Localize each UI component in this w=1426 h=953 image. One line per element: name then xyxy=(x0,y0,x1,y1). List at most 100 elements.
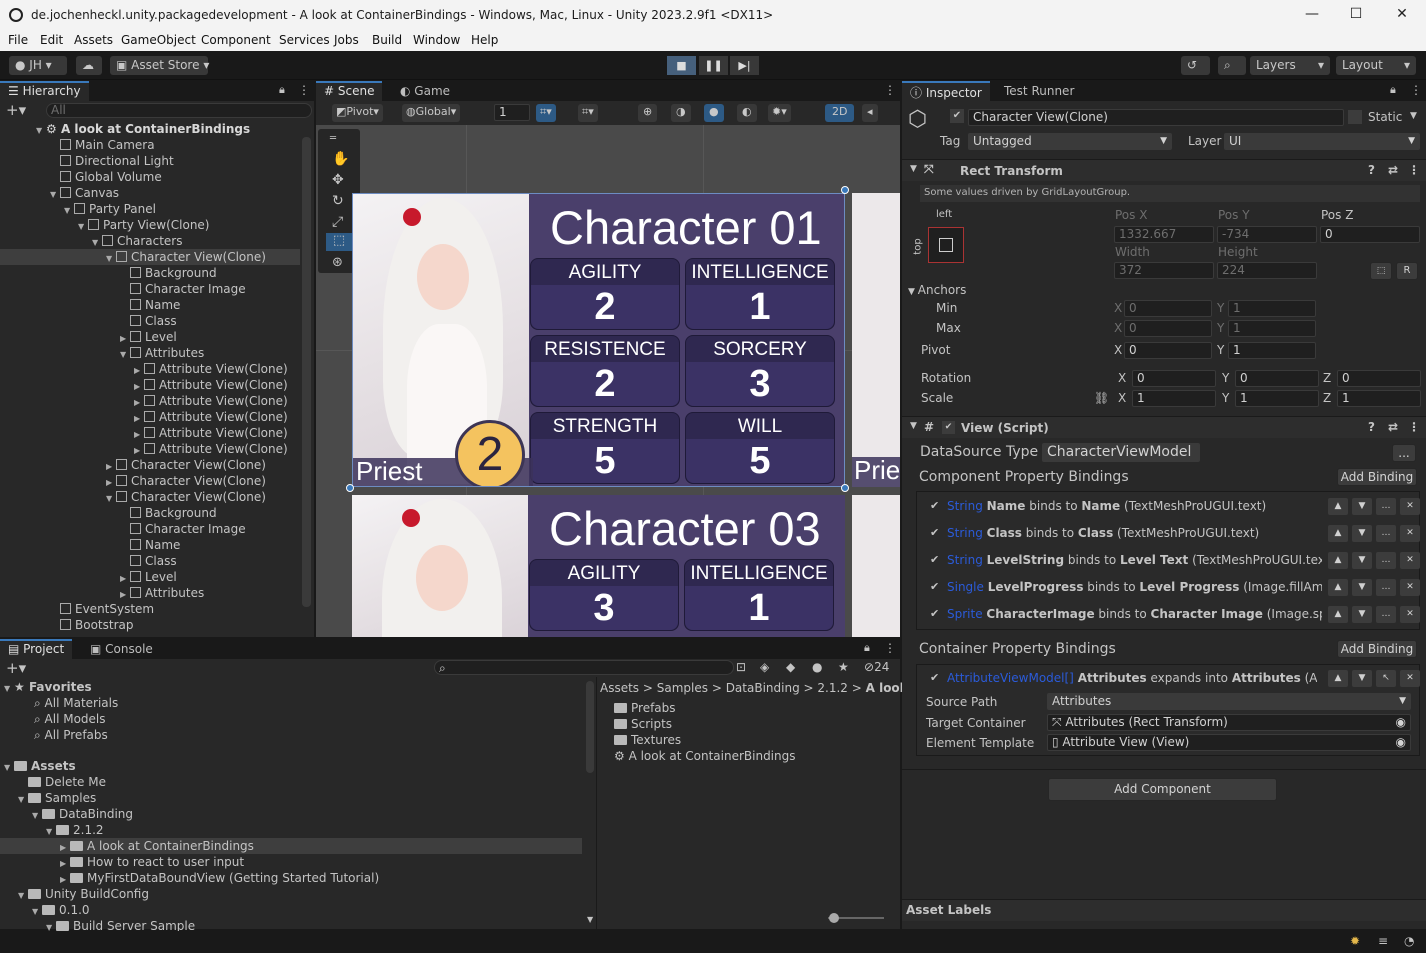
width-field[interactable]: 372 xyxy=(1114,262,1214,279)
rect-tool-icon[interactable]: ⬚ xyxy=(326,233,352,251)
character-card-partial[interactable] xyxy=(852,495,900,637)
max-x-field[interactable]: 0 xyxy=(1124,320,1212,337)
breadcrumb-item[interactable]: DataBinding xyxy=(726,681,800,695)
move-down-button[interactable]: ▼ xyxy=(1352,498,1372,515)
container-binding-row[interactable]: ✔ AttributeViewModel[] Attributes expand… xyxy=(916,666,1420,691)
object-picker-icon[interactable]: ◉ xyxy=(1396,715,1406,730)
hierarchy-item[interactable]: Name xyxy=(0,297,300,313)
move-down-button[interactable]: ▼ xyxy=(1352,552,1372,569)
shading-lit-icon[interactable]: ◐ xyxy=(737,104,757,122)
menu-gameobject[interactable]: GameObject xyxy=(121,33,196,47)
tab-hierarchy[interactable]: ☰ Hierarchy xyxy=(0,81,89,101)
layer-dropdown[interactable]: UI ▼ xyxy=(1224,133,1420,150)
asset-store-dropdown[interactable]: ▣ Asset Store ▾ xyxy=(110,56,209,75)
hierarchy-item[interactable]: ▶ Attribute View(Clone) xyxy=(0,377,300,393)
link-icon[interactable]: ⛓ xyxy=(1094,391,1109,405)
binding-options-button[interactable]: … xyxy=(1376,525,1396,542)
min-y-field[interactable]: 1 xyxy=(1228,300,1316,317)
move-up-button[interactable]: ▲ xyxy=(1328,525,1348,542)
project-tree-item[interactable]: ▼ 2.1.2 xyxy=(0,822,582,838)
breadcrumb-item[interactable]: Samples xyxy=(657,681,708,695)
project-tree-item[interactable]: Delete Me xyxy=(0,774,582,790)
layers-dropdown[interactable]: Layers ▾ xyxy=(1250,56,1330,75)
binding-options-button[interactable]: … xyxy=(1376,606,1396,623)
zoom-slider-thumb[interactable] xyxy=(829,913,839,923)
project-tree-scrollbar[interactable] xyxy=(586,681,594,773)
binding-row[interactable]: ✔ String Class binds to Class (TextMeshPr… xyxy=(916,521,1420,546)
palette-handle-icon[interactable]: ═ xyxy=(330,133,336,144)
move-down-button[interactable]: ▼ xyxy=(1352,670,1372,687)
breadcrumb-item[interactable]: 2.1.2 xyxy=(817,681,848,695)
pivot-y-field[interactable]: 1 xyxy=(1228,342,1316,359)
tab-console[interactable]: ▣ Console xyxy=(82,639,161,659)
move-down-button[interactable]: ▼ xyxy=(1352,579,1372,596)
anchor-preset-button[interactable] xyxy=(928,227,964,263)
move-up-button[interactable]: ▲ xyxy=(1328,606,1348,623)
pause-button[interactable]: ❚❚ xyxy=(699,56,728,75)
warning-icon[interactable]: ● xyxy=(812,660,822,674)
hierarchy-item[interactable]: ▶ Attribute View(Clone) xyxy=(0,425,300,441)
binding-checkbox[interactable]: ✔ xyxy=(930,580,939,593)
binding-row[interactable]: ✔ Sprite CharacterImage binds to Characte… xyxy=(916,602,1420,627)
move-down-button[interactable]: ▼ xyxy=(1352,606,1372,623)
project-search-input[interactable]: ⌕ xyxy=(434,660,734,675)
rect-transform-header[interactable]: ▼ ⤧ Rect Transform ? ⇄ ⋮ xyxy=(902,159,1426,181)
menu-help[interactable]: Help xyxy=(471,33,498,47)
project-tree-item[interactable]: ▼ DataBinding xyxy=(0,806,582,822)
favorite-item[interactable]: ⌕ All Prefabs xyxy=(34,727,108,743)
lock-icon[interactable]: 🔒︎ xyxy=(279,83,285,97)
rotation-z-field[interactable]: 0 xyxy=(1337,370,1421,387)
kebab-menu-icon[interactable]: ⋮ xyxy=(884,641,896,655)
move-tool-icon[interactable]: ✥ xyxy=(332,172,344,188)
rect-handle[interactable] xyxy=(841,484,849,492)
hierarchy-item[interactable]: ▶ Level xyxy=(0,329,300,345)
character-card[interactable]: Character 01 AGILITY 2 INTELLIGENCE 1 RESI… xyxy=(352,193,845,487)
hierarchy-item[interactable]: ▶ Attributes xyxy=(0,585,300,601)
add-container-binding-button[interactable]: Add Binding xyxy=(1337,640,1417,658)
rotate-tool-icon[interactable]: ↻ xyxy=(332,193,344,209)
help-icon[interactable]: ? xyxy=(1368,163,1375,177)
kebab-menu-icon[interactable]: ⋮ xyxy=(298,83,310,97)
file-item[interactable]: ⚙ A look at ContainerBindings xyxy=(614,748,796,764)
hierarchy-item[interactable]: Global Volume xyxy=(0,169,300,185)
add-binding-button[interactable]: Add Binding xyxy=(1337,468,1417,486)
character-card[interactable]: Character 03 AGILITY 3 INTELLIGENCE 1 xyxy=(352,495,845,637)
element-template-field[interactable]: ▯ Attribute View (View) ◉ xyxy=(1047,734,1411,751)
menu-jobs[interactable]: Jobs xyxy=(334,33,359,47)
preset-icon[interactable]: ⇄ xyxy=(1388,163,1398,177)
add-icon[interactable]: +▾ xyxy=(6,101,26,119)
create-icon[interactable]: +▾ xyxy=(6,659,26,677)
move-up-button[interactable]: ▲ xyxy=(1328,579,1348,596)
posx-field[interactable]: 1332.667 xyxy=(1114,226,1214,243)
play-button[interactable]: ■ xyxy=(667,56,696,75)
progress-icon[interactable]: ◔ xyxy=(1404,934,1414,948)
project-tree-item[interactable]: ▶ A look at ContainerBindings xyxy=(0,838,582,854)
hierarchy-item[interactable]: Bootstrap xyxy=(0,617,300,633)
hierarchy-item[interactable]: ▶ Attribute View(Clone) xyxy=(0,441,300,457)
audio-icon[interactable]: ◂ xyxy=(862,104,878,122)
hierarchy-item[interactable]: ▶ Attribute View(Clone) xyxy=(0,393,300,409)
datasource-more-button[interactable]: ... xyxy=(1392,444,1416,462)
shading-shaded-icon[interactable]: ● xyxy=(704,104,724,122)
blueprint-mode-button[interactable]: ⬚ xyxy=(1370,262,1392,280)
datasource-dropdown[interactable]: CharacterViewModel▼ xyxy=(1042,443,1200,462)
tab-project[interactable]: ▤ Project xyxy=(0,639,73,659)
grid-snap-input[interactable]: 1 xyxy=(494,104,530,121)
tab-scene[interactable]: # Scene xyxy=(316,81,383,101)
binding-checkbox[interactable]: ✔ xyxy=(930,553,939,566)
filter-type-icon[interactable]: ◈ xyxy=(760,660,769,674)
posy-field[interactable]: -734 xyxy=(1217,226,1317,243)
scroll-down-icon[interactable]: ▼ xyxy=(587,915,593,924)
step-button[interactable]: ▶| xyxy=(730,56,759,75)
hierarchy-item[interactable]: Class xyxy=(0,313,300,329)
rotation-y-field[interactable]: 0 xyxy=(1235,370,1319,387)
binding-checkbox[interactable]: ✔ xyxy=(930,671,939,684)
move-up-button[interactable]: ▲ xyxy=(1328,498,1348,515)
binding-checkbox[interactable]: ✔ xyxy=(930,526,939,539)
hierarchy-item[interactable]: ▼ Character View(Clone) xyxy=(0,249,300,265)
hierarchy-item[interactable]: ▼ Canvas xyxy=(0,185,300,201)
remove-binding-button[interactable]: ✕ xyxy=(1400,670,1420,687)
file-item[interactable]: Prefabs xyxy=(614,700,676,716)
cache-icon[interactable]: ≡ xyxy=(1378,934,1388,948)
minimize-button[interactable]: — xyxy=(1302,6,1322,24)
